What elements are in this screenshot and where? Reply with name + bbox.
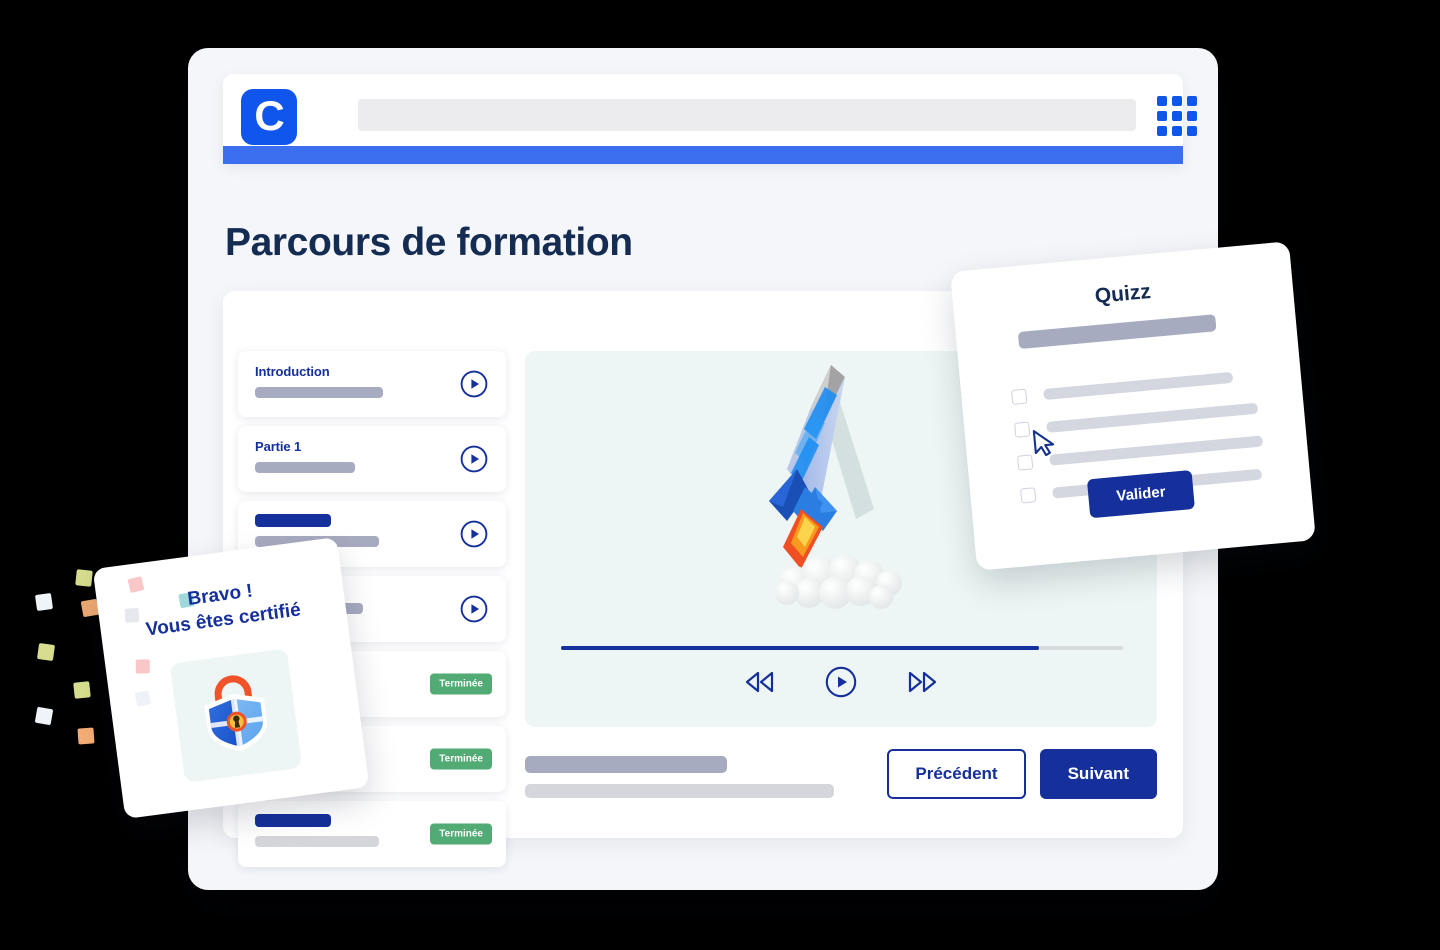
grid-dot [1172,126,1182,136]
next-button[interactable]: Suivant [1039,749,1157,799]
screenshot-stage: C Parcours de formation Introduction Par… [0,0,1440,950]
description-line-2 [525,784,834,798]
quiz-checkbox[interactable] [1014,421,1031,438]
confetti-square [34,592,54,612]
previous-button[interactable]: Précédent [887,749,1026,799]
lesson-text-block: Partie 1 [255,439,355,473]
confetti-square [34,706,54,726]
quiz-title: Quizz [1093,279,1152,308]
mouse-pointer-icon [1031,427,1060,464]
apps-grid-icon[interactable] [1157,96,1197,136]
quiz-option-placeholder [1049,435,1264,466]
lesson-title: Partie 1 [255,439,302,454]
play-circle-icon[interactable] [460,370,488,398]
shield-lock-badge-icon [193,667,278,765]
confetti-square [75,569,93,587]
confetti-square [127,576,145,594]
fast-forward-icon[interactable] [905,669,939,695]
quiz-option-placeholder [1046,402,1259,433]
status-badge: Terminée [430,748,492,770]
grid-dot [1172,96,1182,106]
rewind-icon[interactable] [743,669,777,695]
play-circle-icon[interactable] [460,595,488,623]
rocket-launch-illustration [753,359,933,609]
list-item[interactable]: Introduction [238,351,506,417]
list-item[interactable]: Partie 1 [238,426,506,492]
quiz-checkbox[interactable] [1011,388,1028,405]
video-progress-fill [561,646,1039,650]
lesson-text-block: Introduction [255,364,383,398]
topbar-accent-strip [223,146,1183,164]
play-circle-icon[interactable] [460,445,488,473]
grid-dot [1187,96,1197,106]
quiz-option[interactable] [1011,366,1271,405]
lesson-subtitle-placeholder [255,836,379,847]
navigation-buttons: Précédent Suivant [887,749,1157,799]
quiz-checkbox[interactable] [1017,454,1034,471]
grid-dot [1157,96,1167,106]
grid-dot [1187,126,1197,136]
list-item[interactable]: Terminée [238,801,506,867]
status-badge: Terminée [430,673,492,695]
certificate-card: Bravo ! Vous êtes certifié [92,537,370,819]
player-controls [525,666,1157,698]
page-title: Parcours de formation [225,221,633,264]
lesson-title-placeholder [255,814,331,827]
lesson-title: Introduction [255,364,330,379]
logo-letter: C [254,91,284,139]
quiz-option-placeholder [1043,371,1234,401]
confetti-square [135,659,150,674]
certificate-badge-box [169,648,303,783]
lesson-text-block [255,814,379,847]
status-badge: Terminée [430,823,492,845]
play-circle-icon[interactable] [825,666,857,698]
confetti-square [77,727,95,745]
validate-button[interactable]: Valider [1086,469,1196,519]
quiz-card: Quizz Valider [950,241,1316,571]
grid-dot [1157,126,1167,136]
brand-logo-c-icon[interactable]: C [241,89,297,145]
lesson-description-placeholder [525,756,834,798]
quiz-question-placeholder [1017,314,1217,350]
confetti-square [134,690,152,708]
confetti-square [36,642,56,662]
search-input[interactable] [358,99,1136,131]
description-line-1 [525,756,727,773]
lesson-subtitle-placeholder [255,387,383,398]
quiz-checkbox[interactable] [1020,487,1037,504]
app-topbar: C [223,74,1197,164]
lesson-title-placeholder [255,514,331,527]
grid-dot [1157,111,1167,121]
play-circle-icon[interactable] [460,520,488,548]
video-progress-bar[interactable] [561,646,1123,650]
grid-dot [1172,111,1182,121]
lesson-subtitle-placeholder [255,462,355,473]
confetti-square [73,681,91,699]
grid-dot [1187,111,1197,121]
